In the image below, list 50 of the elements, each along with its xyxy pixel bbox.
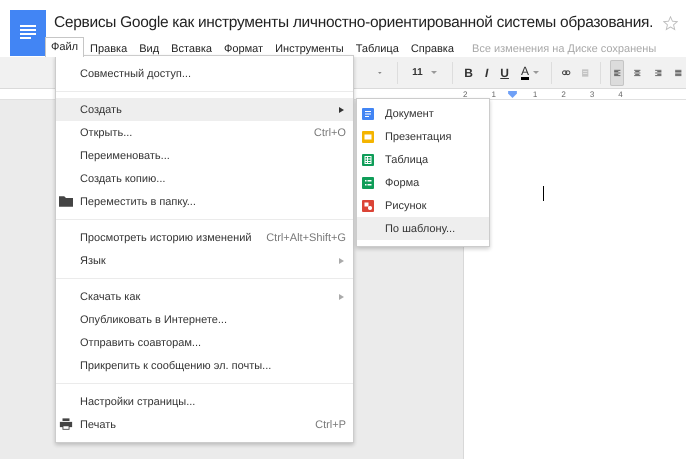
- save-status: Все изменения на Диске сохранены: [472, 43, 656, 57]
- menu-item[interactable]: Таблица: [357, 148, 489, 171]
- menu-item[interactable]: Язык: [56, 249, 353, 272]
- ruler-number: 2: [561, 90, 566, 98]
- menu-item[interactable]: Совместный доступ...: [56, 62, 353, 85]
- menu-bar-item[interactable]: Вставка: [165, 39, 218, 57]
- caret-icon: [532, 71, 539, 74]
- menu-bar-item[interactable]: Файл: [45, 37, 84, 57]
- menu-bar-item[interactable]: Инструменты: [269, 39, 350, 57]
- italic-button[interactable]: I: [482, 64, 492, 82]
- menu-item[interactable]: Отправить соавторам...: [56, 331, 353, 354]
- menu-bar-item[interactable]: Правка: [84, 39, 134, 57]
- menu-item[interactable]: Переименовать...: [56, 144, 353, 167]
- menu-bar-item[interactable]: Таблица: [350, 39, 405, 57]
- menu-item[interactable]: Печать Ctrl+P: [56, 413, 353, 436]
- menu-item[interactable]: Рисунок: [357, 194, 489, 217]
- menu-item[interactable]: Просмотреть историю изменений Ctrl+Alt+Shift+G: [56, 226, 353, 249]
- menu-item[interactable]: По шаблону...: [357, 217, 489, 240]
- menu-item[interactable]: Скачать как: [56, 285, 353, 308]
- menu-item[interactable]: Опубликовать в Интернете...: [56, 308, 353, 331]
- menu-item[interactable]: Прикрепить к сообщению эл. почты...: [56, 354, 353, 377]
- ruler-number: 1: [491, 90, 496, 98]
- menu-item[interactable]: Форма: [357, 171, 489, 194]
- docs-logo-icon[interactable]: [10, 10, 46, 56]
- menu-item[interactable]: Документ: [357, 102, 489, 125]
- menu-bar-item[interactable]: Формат: [218, 39, 270, 57]
- ruler-number: 2: [463, 90, 468, 98]
- menu-bar-item[interactable]: Справка: [404, 39, 460, 57]
- ruler-number: 4: [618, 90, 623, 98]
- text-cursor: [543, 186, 544, 201]
- text-color-button[interactable]: A: [518, 63, 542, 82]
- caret-icon: [430, 71, 437, 74]
- menu-item[interactable]: Открыть... Ctrl+O: [56, 121, 353, 144]
- ruler-number: 1: [532, 90, 538, 98]
- underline-button[interactable]: U: [497, 64, 512, 82]
- menu-item[interactable]: Презентация: [357, 125, 489, 148]
- printer-icon: [59, 418, 73, 430]
- caret-icon[interactable]: [378, 70, 382, 74]
- align-left-icon[interactable]: [610, 60, 624, 86]
- star-icon[interactable]: [663, 16, 678, 30]
- font-size-dropdown[interactable]: 11: [406, 65, 443, 80]
- ruler-number: 3: [590, 90, 594, 98]
- menu-item[interactable]: Создать: [56, 98, 353, 121]
- menu-item[interactable]: Переместить в папку...: [56, 190, 353, 213]
- folder-icon: [59, 195, 73, 207]
- menu-item[interactable]: Настройки страницы...: [56, 390, 353, 413]
- document-title[interactable]: Сервисы Google как инструменты личностно-ориентированной системы образования.: [54, 14, 654, 32]
- bold-button[interactable]: B: [461, 64, 476, 82]
- menu-bar-item[interactable]: Вид: [133, 39, 166, 57]
- menu-item[interactable]: Создать копию...: [56, 167, 353, 190]
